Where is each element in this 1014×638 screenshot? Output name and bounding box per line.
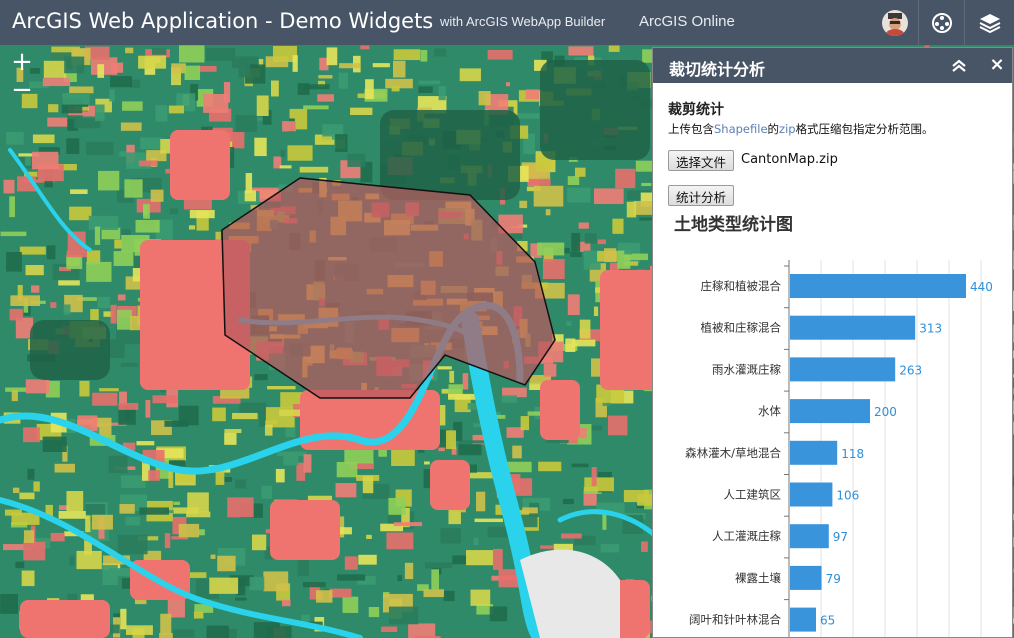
value-label: 263 [899, 363, 922, 377]
value-label: 313 [919, 322, 942, 336]
category-label: 庄稼和植被混合 [701, 279, 782, 293]
desc-text: 的 [767, 122, 780, 136]
collapse-button[interactable] [949, 56, 969, 76]
choose-file-button[interactable]: 选择文件 [668, 150, 735, 171]
bar[interactable] [790, 315, 916, 340]
layers-button[interactable] [964, 0, 1014, 45]
panel-header: 裁切统计分析 × [653, 48, 1012, 83]
widget-icon [931, 12, 952, 33]
widget-button[interactable] [918, 0, 964, 45]
desc-zip: zip [779, 122, 796, 136]
analyze-button[interactable]: 统计分析 [668, 185, 735, 206]
upload-description: 上传包含Shapefile的zip格式压缩包指定分析范围。 [668, 121, 934, 137]
bar[interactable] [790, 274, 966, 298]
value-label: 79 [826, 572, 841, 586]
avatar-icon [882, 9, 908, 36]
zoom-out-button[interactable]: − [8, 77, 36, 106]
land-type-bar-chart: 庄稼和植被混合 440 植被和庄稼混合 313 雨水灌溉庄稼 263 水体 200 森林灌木/草… [653, 238, 1012, 637]
value-label: 118 [841, 447, 864, 461]
category-label: 植被和庄稼混合 [701, 321, 782, 335]
arcgis-online-link[interactable]: ArcGIS Online [639, 13, 735, 30]
app-header: ArcGIS Web Application - Demo Widgets wi… [0, 0, 1014, 45]
bar[interactable] [790, 607, 816, 632]
bar[interactable] [790, 565, 822, 590]
zoom-in-button[interactable]: + [8, 49, 36, 78]
category-label: 阔叶和针叶林混合 [689, 613, 781, 627]
section-title: 裁剪统计 [668, 102, 724, 118]
value-label: 106 [836, 489, 859, 503]
category-label: 人工灌溉庄稼 [712, 529, 781, 543]
category-label: 裸露土壤 [735, 571, 781, 585]
desc-text: 格式压缩包指定分析范围。 [795, 122, 934, 136]
category-label: 水体 [758, 404, 781, 418]
value-label: 440 [970, 280, 993, 294]
clip-statistics-panel: 裁切统计分析 × 裁剪统计 上传包含Shapefile的zip格式压缩包指定分析… [652, 47, 1013, 638]
selected-file-name: CantonMap.zip [741, 152, 838, 167]
desc-shapefile: Shapefile [714, 122, 768, 136]
bar[interactable] [790, 399, 870, 424]
desc-text: 上传包含 [668, 122, 714, 136]
double-chevron-up-icon [952, 59, 966, 72]
bar[interactable] [790, 524, 829, 549]
category-label: 森林灌木/草地混合 [685, 446, 781, 460]
category-label: 人工建筑区 [724, 488, 782, 502]
layers-icon [979, 13, 1000, 33]
bar[interactable] [790, 482, 833, 507]
bar[interactable] [790, 357, 896, 382]
value-label: 200 [874, 405, 897, 419]
user-avatar-button[interactable] [872, 0, 918, 45]
value-label: 65 [820, 614, 835, 628]
category-label: 雨水灌溉庄稼 [712, 362, 781, 376]
panel-title: 裁切统计分析 [669, 60, 766, 79]
zoom-control: + − [8, 49, 36, 106]
value-label: 97 [833, 530, 848, 544]
app-title: ArcGIS Web Application - Demo Widgets [12, 9, 434, 33]
close-icon[interactable]: × [987, 54, 1007, 76]
bar[interactable] [790, 440, 838, 465]
chart-title: 土地类型统计图 [674, 215, 793, 235]
app-subtitle: with ArcGIS WebApp Builder [440, 14, 606, 29]
